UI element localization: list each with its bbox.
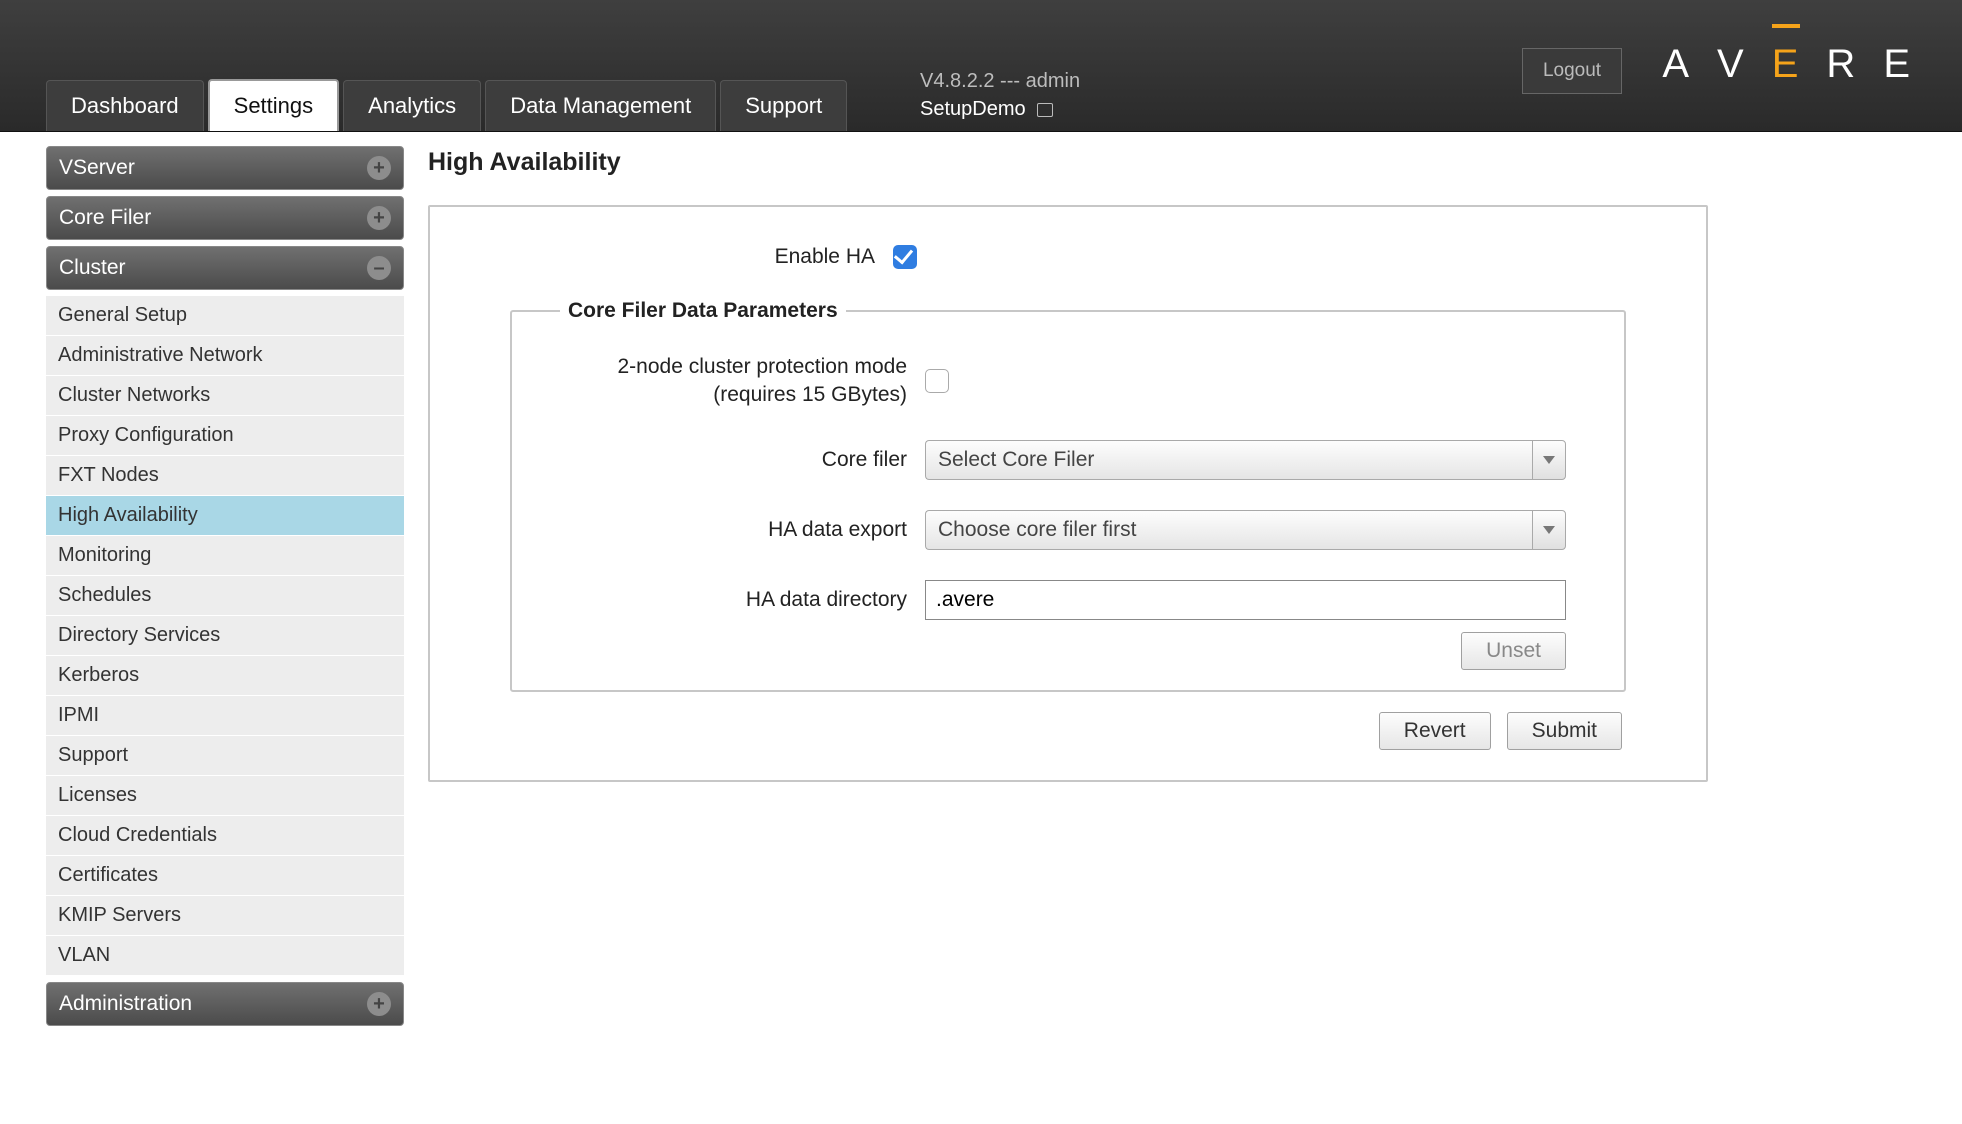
sidebar-item-licenses[interactable]: Licenses: [46, 776, 404, 816]
sidebar-section-vserver[interactable]: VServer +: [46, 146, 404, 190]
tab-settings[interactable]: Settings: [208, 79, 340, 131]
sidebar-section-label: Core Filer: [59, 206, 151, 230]
two-node-label: 2-node cluster protection mode (requires…: [542, 353, 907, 410]
version-info: V4.8.2.2 --- admin SetupDemo: [920, 67, 1080, 123]
plus-icon: +: [367, 206, 391, 230]
ha-directory-row: HA data directory: [542, 580, 1566, 620]
core-filer-select-value: Select Core Filer: [925, 440, 1532, 480]
version-line: V4.8.2.2 --- admin: [920, 67, 1080, 95]
sidebar-item-vlan[interactable]: VLAN: [46, 936, 404, 976]
plus-icon: +: [367, 156, 391, 180]
core-filer-label: Core filer: [542, 448, 907, 472]
core-filer-select[interactable]: Select Core Filer: [925, 440, 1566, 480]
tab-dashboard[interactable]: Dashboard: [46, 80, 204, 131]
sidebar-item-kmip-servers[interactable]: KMIP Servers: [46, 896, 404, 936]
core-filer-row: Core filer Select Core Filer: [542, 440, 1566, 480]
sidebar-item-high-availability[interactable]: High Availability: [46, 496, 404, 536]
plus-icon: +: [367, 992, 391, 1016]
sidebar-cluster-items: General Setup Administrative Network Clu…: [46, 296, 404, 976]
sidebar-item-general-setup[interactable]: General Setup: [46, 296, 404, 336]
sidebar-section-corefiler[interactable]: Core Filer +: [46, 196, 404, 240]
cluster-name[interactable]: SetupDemo: [920, 98, 1026, 120]
main-panel: High Availability Enable HA Core Filer D…: [428, 146, 1916, 782]
sidebar-item-admin-network[interactable]: Administrative Network: [46, 336, 404, 376]
sidebar-item-schedules[interactable]: Schedules: [46, 576, 404, 616]
sidebar-item-monitoring[interactable]: Monitoring: [46, 536, 404, 576]
minus-icon: –: [367, 256, 391, 280]
two-node-row: 2-node cluster protection mode (requires…: [542, 353, 1566, 410]
logo-letter-accent: E: [1772, 42, 1801, 87]
sidebar-item-certificates[interactable]: Certificates: [46, 856, 404, 896]
sidebar-item-proxy-config[interactable]: Proxy Configuration: [46, 416, 404, 456]
page-title: High Availability: [428, 148, 1916, 177]
sidebar-section-label: Cluster: [59, 256, 126, 280]
ha-export-select-value: Choose core filer first: [925, 510, 1532, 550]
core-filer-params-group: Core Filer Data Parameters 2-node cluste…: [510, 299, 1626, 692]
sidebar-item-cluster-networks[interactable]: Cluster Networks: [46, 376, 404, 416]
chevron-down-icon: [1532, 510, 1566, 550]
unset-button[interactable]: Unset: [1461, 632, 1566, 670]
logo-letter: E: [1883, 42, 1912, 87]
logo-letter: A: [1662, 42, 1691, 87]
unset-row: Unset: [542, 632, 1566, 670]
brand-logo: A V E R E: [1662, 42, 1912, 87]
ha-export-label: HA data export: [542, 518, 907, 542]
enable-ha-row: Enable HA: [510, 245, 1626, 269]
ha-export-row: HA data export Choose core filer first: [542, 510, 1566, 550]
sidebar-item-kerberos[interactable]: Kerberos: [46, 656, 404, 696]
sidebar-item-fxt-nodes[interactable]: FXT Nodes: [46, 456, 404, 496]
tab-support[interactable]: Support: [720, 80, 847, 131]
settings-sidebar: VServer + Core Filer + Cluster – General…: [46, 146, 404, 1032]
panel-buttons: Revert Submit: [510, 712, 1626, 750]
logo-letter: V: [1717, 42, 1746, 87]
revert-button[interactable]: Revert: [1379, 712, 1491, 750]
sidebar-item-support[interactable]: Support: [46, 736, 404, 776]
sidebar-section-administration[interactable]: Administration +: [46, 982, 404, 1026]
enable-ha-label: Enable HA: [510, 245, 875, 269]
sidebar-item-cloud-credentials[interactable]: Cloud Credentials: [46, 816, 404, 856]
two-node-checkbox[interactable]: [925, 369, 949, 393]
sidebar-item-directory-services[interactable]: Directory Services: [46, 616, 404, 656]
group-legend: Core Filer Data Parameters: [560, 299, 846, 323]
content-area: VServer + Core Filer + Cluster – General…: [0, 132, 1962, 1046]
ha-export-select[interactable]: Choose core filer first: [925, 510, 1566, 550]
main-tabs: Dashboard Settings Analytics Data Manage…: [46, 79, 851, 131]
ha-directory-input[interactable]: [925, 580, 1566, 620]
sidebar-section-cluster[interactable]: Cluster –: [46, 246, 404, 290]
cluster-list-icon[interactable]: [1037, 103, 1053, 117]
logout-button[interactable]: Logout: [1522, 48, 1622, 94]
sidebar-section-label: Administration: [59, 992, 192, 1016]
chevron-down-icon: [1532, 440, 1566, 480]
sidebar-section-label: VServer: [59, 156, 135, 180]
logo-letter: R: [1826, 42, 1857, 87]
settings-panel: Enable HA Core Filer Data Parameters 2-n…: [428, 205, 1708, 782]
sidebar-item-ipmi[interactable]: IPMI: [46, 696, 404, 736]
enable-ha-checkbox[interactable]: [893, 245, 917, 269]
submit-button[interactable]: Submit: [1507, 712, 1622, 750]
tab-analytics[interactable]: Analytics: [343, 80, 481, 131]
tab-data-management[interactable]: Data Management: [485, 80, 716, 131]
ha-directory-label: HA data directory: [542, 588, 907, 612]
app-header: Logout A V E R E Dashboard Settings Anal…: [0, 0, 1962, 132]
